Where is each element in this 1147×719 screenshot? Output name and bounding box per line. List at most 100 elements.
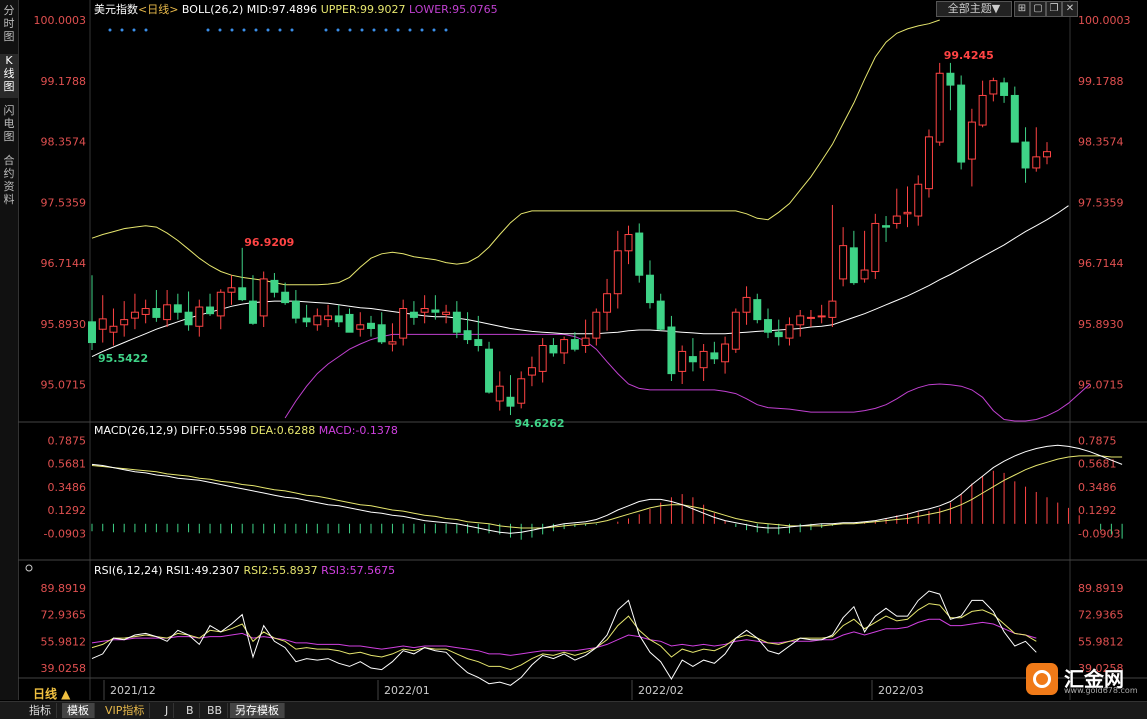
close-icon[interactable]: ✕ [1062,1,1078,17]
tab-b[interactable]: B [181,703,200,718]
y-tick-right: 95.0715 [1078,379,1124,392]
rsi-y-tick-left: 55.9812 [41,635,87,648]
legend-item: MID:97.4896 [247,3,321,16]
rsi2-line [91,603,1037,671]
legend-item: BOLL(26,2) [178,3,246,16]
tab-timeshare[interactable]: 分时图 [0,4,18,48]
low-price-label: 94.6262 [514,417,564,430]
window-icon[interactable]: ▢ [1030,1,1046,17]
tab-j[interactable]: J [160,703,175,718]
candle-body [130,311,139,319]
candle-body [356,324,365,330]
candle-body [313,315,322,326]
candle-body [345,313,354,333]
signal-dot [360,28,364,32]
legend-item: RSI2:55.8937 [244,564,322,577]
tab-bb[interactable]: BB [202,703,229,718]
candle-body [581,337,590,347]
signal-dot [336,28,340,32]
signal-dot [372,28,376,32]
candle-body [184,311,193,326]
high-price-label: 99.4245 [944,49,994,62]
legend-item: LOWER:95.0765 [409,3,498,16]
candle-body [538,345,547,372]
y-tick-right: 98.3574 [1078,136,1124,149]
candle-body [817,315,826,318]
signal-dot [396,28,400,32]
signal-dot [408,28,412,32]
tab-kline[interactable]: K线图 [0,54,18,98]
candle-body [334,315,343,323]
tab-indicator[interactable]: 指标 [24,703,57,718]
peak-price-label: 96.9209 [244,236,294,249]
tab-vip-indicator[interactable]: VIP指标 [100,703,151,718]
candle-body [195,306,204,327]
candle-body [367,322,375,329]
candle-body [882,225,891,228]
candle-body [978,94,987,126]
candle-body [613,250,622,295]
candle-body [592,311,601,339]
brand-logo: 汇金网 www.gold678.com [1022,659,1142,699]
logo-icon [1026,663,1058,695]
candle-body [603,293,612,313]
macd-y-tick-right: 0.1292 [1078,504,1117,517]
candle-body [731,311,740,350]
candle-body [1032,156,1041,169]
macd-y-tick-right: 0.3486 [1078,481,1117,494]
candle-body [806,316,815,319]
legend-item: DEA:0.6288 [250,424,318,437]
tab-lightning[interactable]: 闪电图 [0,104,18,148]
signal-dot [444,28,448,32]
x-tick-label: 2022/02 [638,684,684,697]
candle-body [839,245,848,280]
signal-dot [120,28,124,32]
candle-body [120,319,129,326]
candle-body [742,296,751,313]
main-legend: 美元指数<日线> BOLL(26,2) MID:97.4896 UPPER:99… [94,2,498,16]
period-selector[interactable]: 日线 ▲ [33,685,70,702]
side-tab-bar: 分时图 K线图 闪电图 合约资料 [0,0,19,700]
candle-body [399,308,408,339]
candle-body [259,278,268,317]
candle-body [624,234,633,252]
candle-body [914,183,923,217]
candle-body [377,324,386,343]
candle-body [216,291,225,317]
y-tick-left: 98.3574 [41,136,87,149]
candle-body [849,247,858,284]
rsi-y-tick-left: 89.8919 [41,582,87,595]
y-tick-left: 100.0003 [34,14,87,27]
candle-body [485,348,494,393]
bottom-toolbar: 指标 模板 VIP指标 J B BB 另存模板 [0,701,1147,719]
candle-body [1000,82,1009,96]
tab-contract-info[interactable]: 合约资料 [0,154,18,212]
grid-icon[interactable]: ⊞ [1014,1,1030,17]
macd-y-tick-right: -0.0903 [1078,527,1120,540]
candle-body [721,343,730,363]
y-tick-left: 95.8930 [41,318,87,331]
signal-dot [108,28,112,32]
signal-dot [254,28,258,32]
x-tick-label: 2021/12 [110,684,156,697]
macd-y-tick-left: 0.1292 [48,504,87,517]
theme-select[interactable]: 全部主题▼ [936,1,1012,17]
tab-template[interactable]: 模板 [62,703,95,718]
candle-body [291,300,300,319]
candle-body [699,350,708,369]
restore-icon[interactable]: ❐ [1046,1,1062,17]
candle-body [570,339,579,350]
candle-body [442,311,451,315]
macd-y-tick-right: 0.7875 [1078,434,1117,447]
macd-legend: MACD(26,12,9) DIFF:0.5598 DEA:0.6288 MAC… [94,424,398,437]
y-tick-left: 97.5359 [41,196,87,209]
candle-body [903,211,912,215]
x-tick-label: 2022/03 [878,684,924,697]
candle-body [109,325,118,333]
candle-body [989,80,998,95]
candle-body [635,232,644,276]
macd-y-tick-left: -0.0903 [44,527,86,540]
candle-body [688,356,697,363]
legend-item: DIFF:0.5598 [181,424,250,437]
tab-save-template[interactable]: 另存模板 [230,703,285,718]
